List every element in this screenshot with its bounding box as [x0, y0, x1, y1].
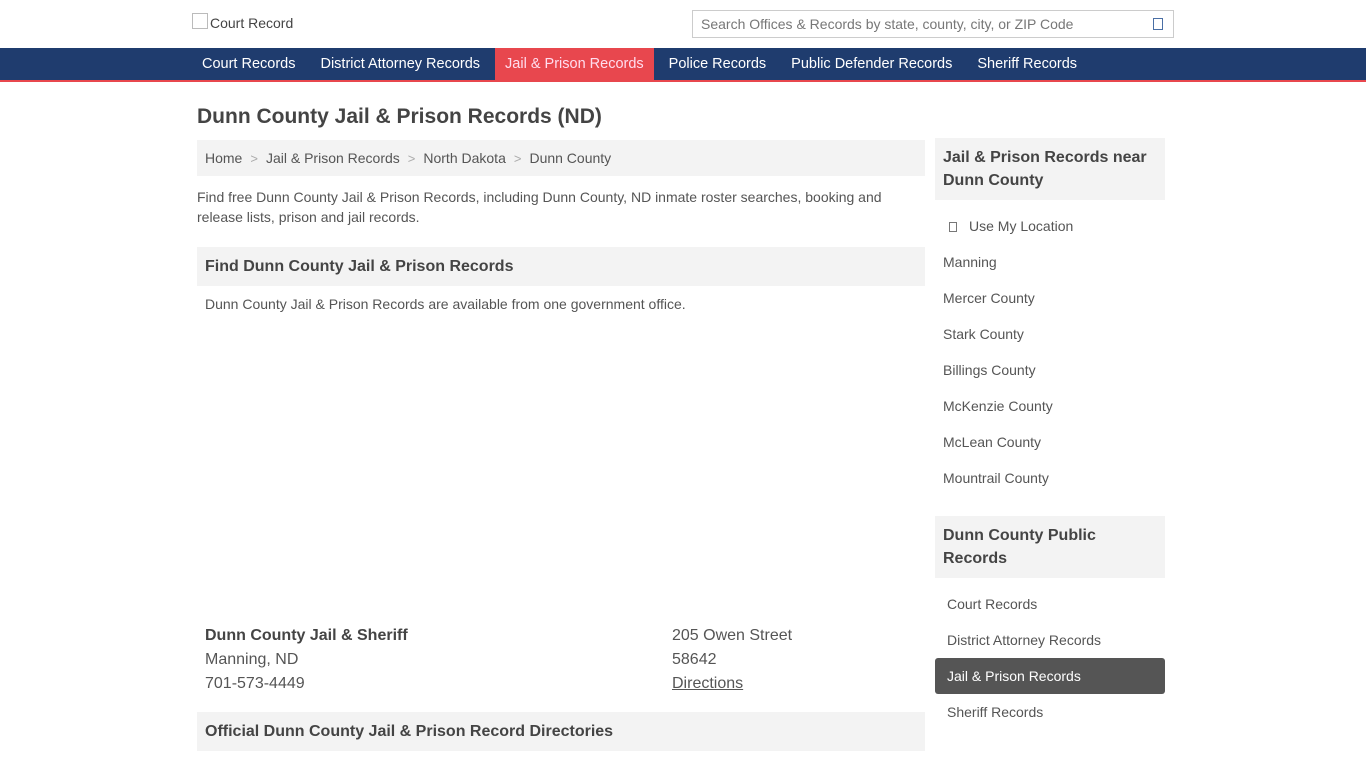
- use-location-label: Use My Location: [969, 218, 1074, 234]
- location-icon: [949, 222, 957, 233]
- site-header: Court Record: [0, 0, 1366, 48]
- office-info: Dunn County Jail & Sheriff Manning, ND 7…: [205, 624, 672, 696]
- breadcrumb-home[interactable]: Home: [205, 150, 242, 166]
- search-input[interactable]: [693, 11, 1153, 37]
- find-records-heading: Find Dunn County Jail & Prison Records: [197, 247, 925, 286]
- breadcrumb-jail-prison-records[interactable]: Jail & Prison Records: [266, 150, 400, 166]
- public-records-sheriff[interactable]: Sheriff Records: [935, 694, 1165, 730]
- breadcrumb-dunn-county[interactable]: Dunn County: [529, 150, 611, 166]
- site-logo[interactable]: Court Record: [192, 13, 294, 31]
- logo-alt-text: Court Record: [210, 15, 294, 31]
- office-city: Manning, ND: [205, 651, 299, 668]
- availability-text: Dunn County Jail & Prison Records are av…: [205, 296, 686, 312]
- nearby-item-mclean-county[interactable]: McLean County: [935, 424, 1165, 460]
- nav-item-jail-prison-records[interactable]: Jail & Prison Records: [495, 48, 654, 80]
- search-icon[interactable]: [1153, 18, 1163, 30]
- nav-item-sheriff-records[interactable]: Sheriff Records: [967, 48, 1087, 80]
- nearby-item-mercer-county[interactable]: Mercer County: [935, 280, 1165, 316]
- breadcrumb-separator: >: [513, 150, 522, 166]
- broken-image-icon: [192, 13, 208, 29]
- nearby-heading: Jail & Prison Records near Dunn County: [935, 138, 1165, 200]
- breadcrumb-separator: >: [407, 150, 416, 166]
- nav-item-court-records[interactable]: Court Records: [192, 48, 305, 80]
- main-nav: Court Records District Attorney Records …: [0, 48, 1366, 82]
- sidebar: Jail & Prison Records near Dunn County U…: [935, 138, 1165, 730]
- nearby-item-billings-county[interactable]: Billings County: [935, 352, 1165, 388]
- use-location-button[interactable]: Use My Location: [935, 208, 1165, 244]
- public-records-district-attorney[interactable]: District Attorney Records: [935, 622, 1165, 658]
- nearby-item-mountrail-county[interactable]: Mountrail County: [935, 460, 1165, 496]
- page-title: Dunn County Jail & Prison Records (ND): [197, 105, 602, 128]
- public-records-jail-prison[interactable]: Jail & Prison Records: [935, 658, 1165, 694]
- public-records-heading: Dunn County Public Records: [935, 516, 1165, 578]
- intro-text: Find free Dunn County Jail & Prison Reco…: [197, 189, 882, 225]
- directions-link[interactable]: Directions: [672, 675, 743, 692]
- nearby-item-manning[interactable]: Manning: [935, 244, 1165, 280]
- office-street: 205 Owen Street: [672, 627, 793, 644]
- breadcrumb: Home > Jail & Prison Records > North Dak…: [197, 140, 925, 176]
- office-zip: 58642: [672, 651, 717, 668]
- office-name[interactable]: Dunn County Jail & Sheriff: [205, 624, 672, 648]
- search-box: [692, 10, 1174, 38]
- main-content: Dunn County Jail & Prison Records (ND) H…: [197, 82, 925, 751]
- office-listing: Dunn County Jail & Sheriff Manning, ND 7…: [197, 624, 925, 696]
- nearby-list: Use My Location Manning Mercer County St…: [935, 208, 1165, 496]
- nav-item-police-records[interactable]: Police Records: [659, 48, 777, 80]
- public-records-list: Court Records District Attorney Records …: [935, 586, 1165, 730]
- public-records-court[interactable]: Court Records: [935, 586, 1165, 622]
- directories-heading: Official Dunn County Jail & Prison Recor…: [197, 712, 925, 751]
- office-address: 205 Owen Street 58642 Directions: [672, 624, 792, 696]
- breadcrumb-separator: >: [250, 150, 258, 166]
- nav-item-district-attorney-records[interactable]: District Attorney Records: [310, 48, 490, 80]
- nearby-item-stark-county[interactable]: Stark County: [935, 316, 1165, 352]
- office-phone[interactable]: 701-573-4449: [205, 672, 672, 696]
- breadcrumb-north-dakota[interactable]: North Dakota: [423, 150, 505, 166]
- nav-item-public-defender-records[interactable]: Public Defender Records: [781, 48, 962, 80]
- nearby-item-mckenzie-county[interactable]: McKenzie County: [935, 388, 1165, 424]
- ad-space: [197, 312, 925, 624]
